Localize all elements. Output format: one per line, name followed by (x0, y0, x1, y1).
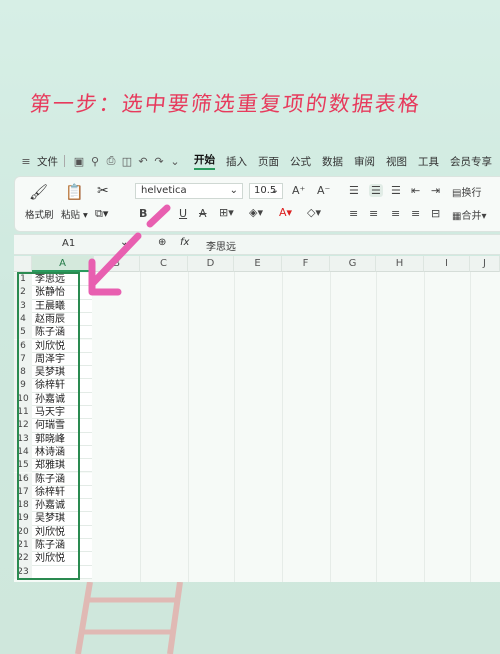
arrow-dash (146, 204, 171, 228)
ladder-decoration (75, 582, 183, 654)
pointer-arrow (88, 204, 171, 296)
arrow-shaft (88, 232, 142, 288)
